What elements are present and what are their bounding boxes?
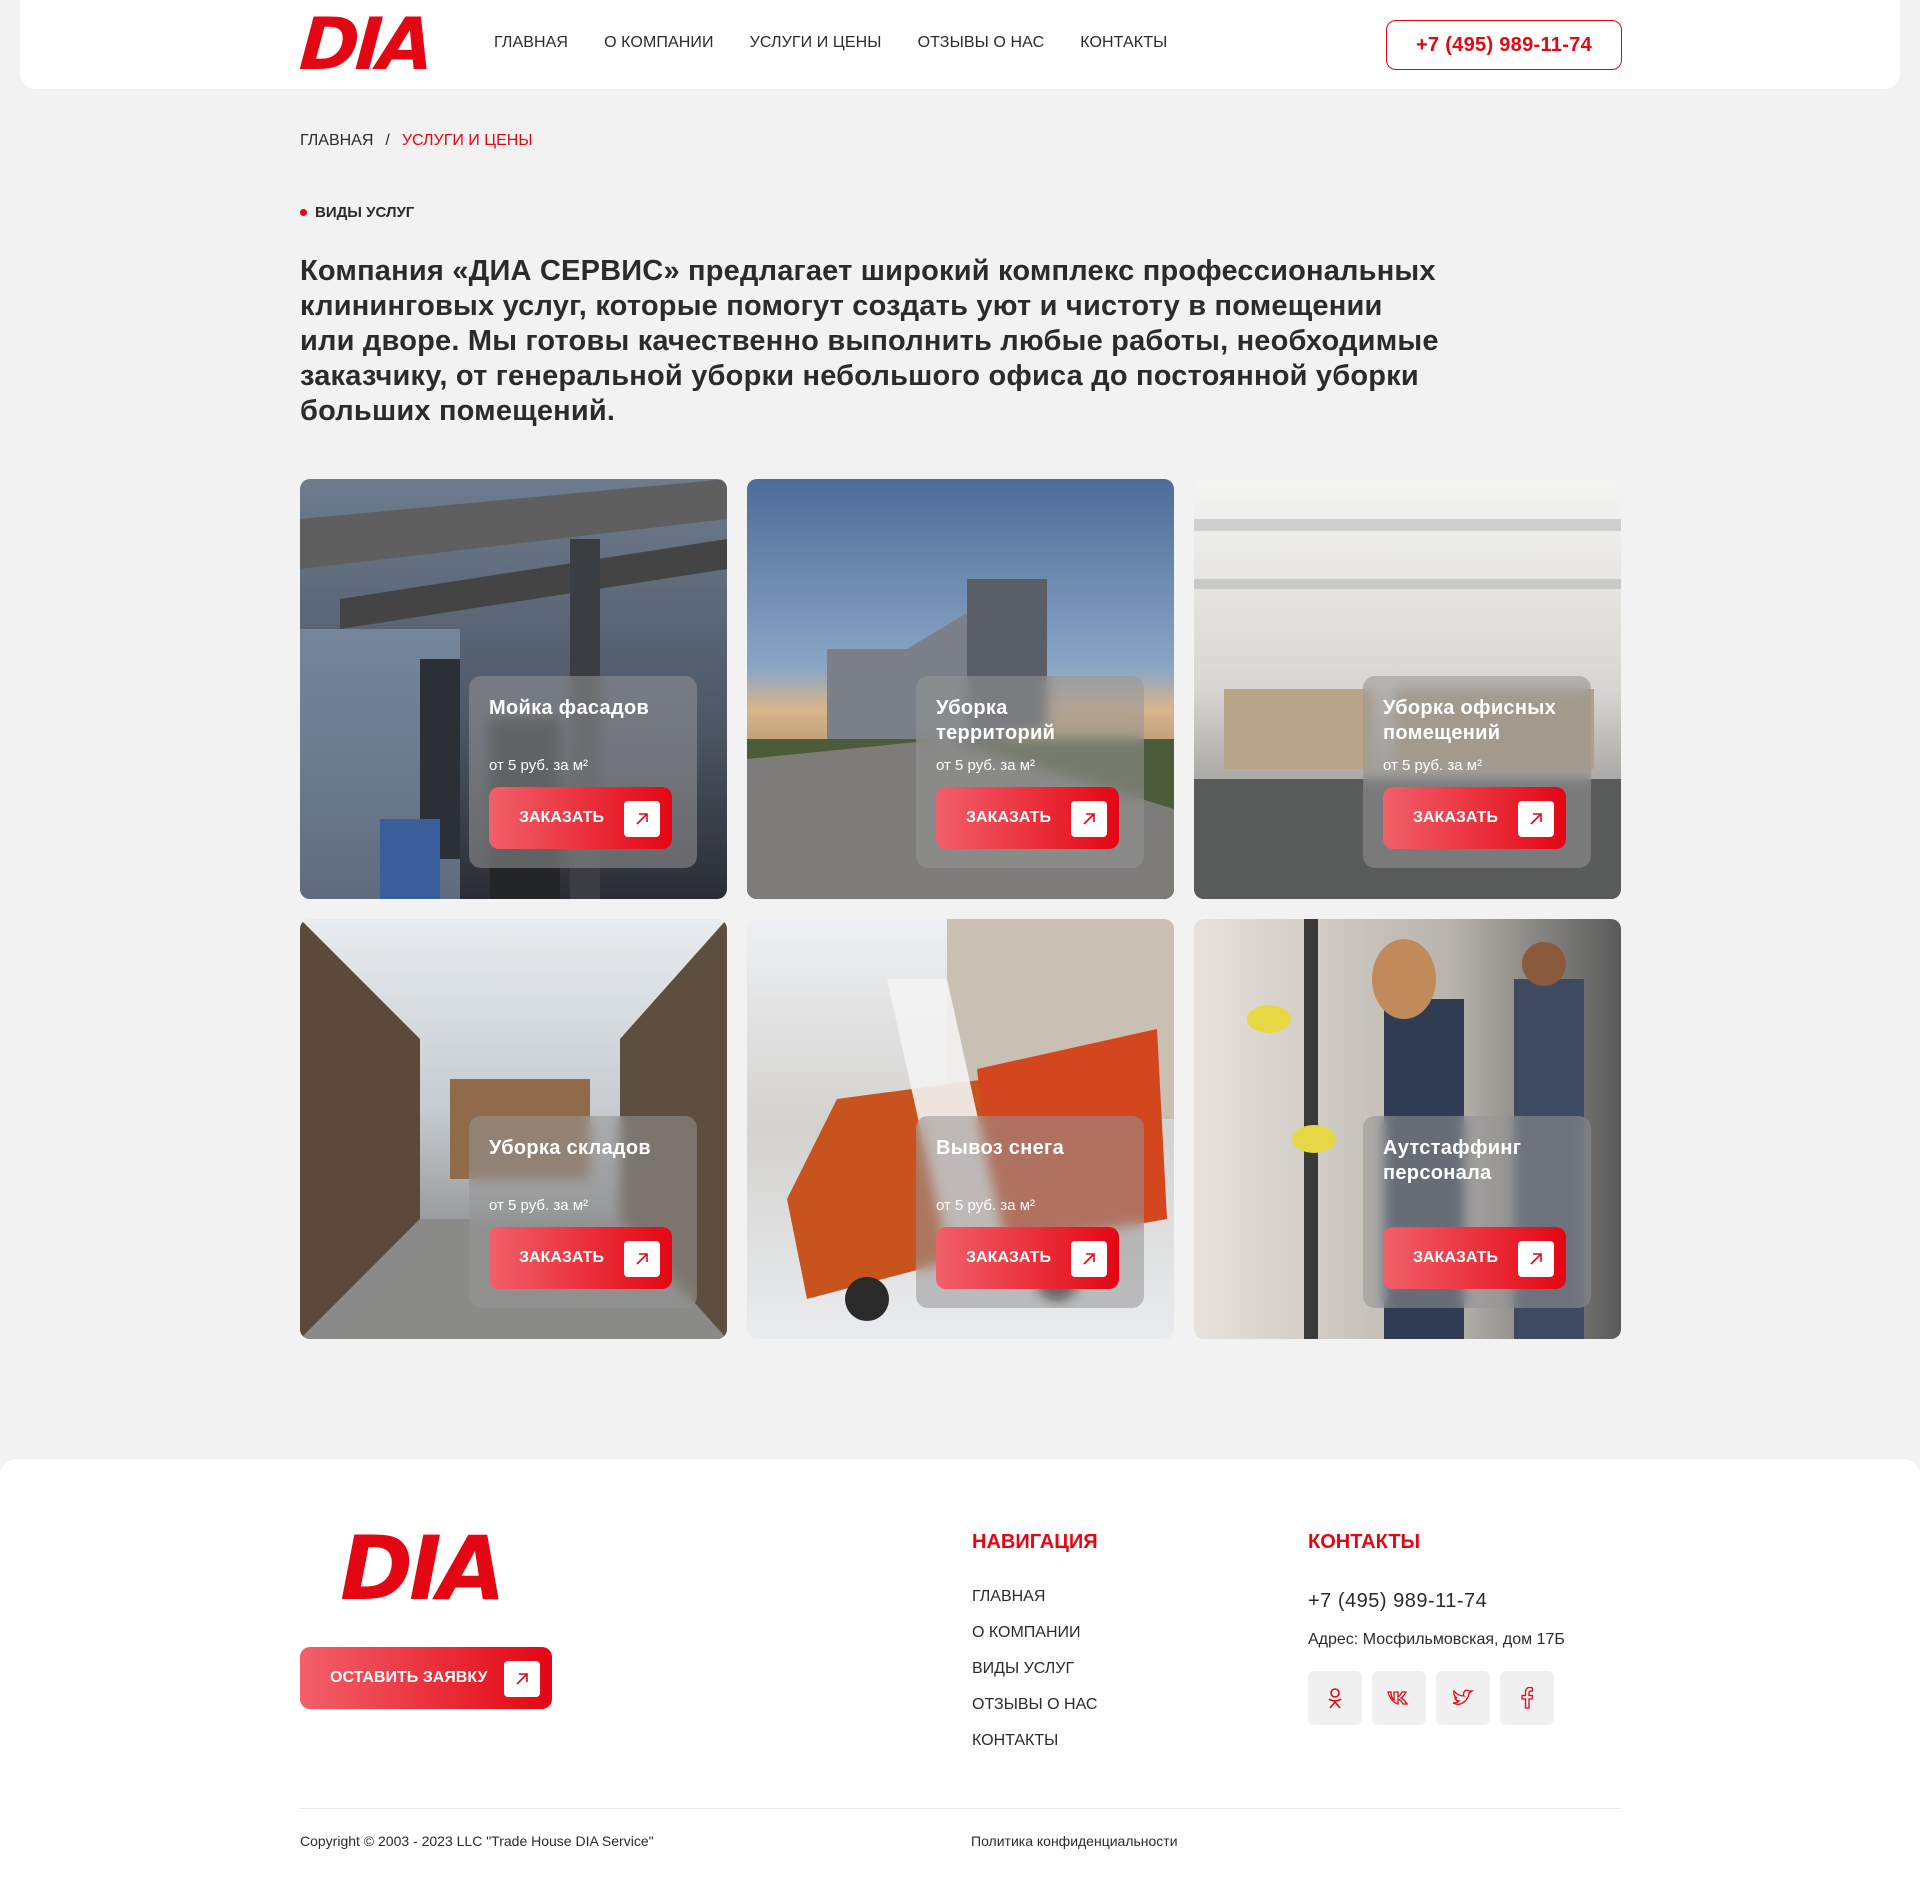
service-card[interactable]: Уборка территорий от 5 руб. за м² ЗАКАЗА… — [747, 479, 1174, 899]
privacy-policy-link[interactable]: Политика конфиденциальности — [971, 1833, 1178, 1849]
card-panel: Уборка складов от 5 руб. за м² ЗАКАЗАТЬ — [469, 1116, 697, 1308]
footer-divider — [300, 1808, 1620, 1809]
arrow-up-right-icon — [624, 1241, 660, 1277]
card-panel: Уборка офисных помещений от 5 руб. за м²… — [1363, 676, 1591, 868]
card-price: от 5 руб. за м² — [936, 757, 1036, 774]
arrow-up-right-icon — [1518, 801, 1554, 837]
footer-nav: ГЛАВНАЯ О КОМПАНИИ ВИДЫ УСЛУГ ОТЗЫВЫ О Н… — [972, 1588, 1097, 1750]
site-header: DIA ГЛАВНАЯ О КОМПАНИИ УСЛУГИ И ЦЕНЫ ОТЗ… — [20, 0, 1900, 89]
odnoklassniki-icon[interactable] — [1308, 1671, 1362, 1725]
card-panel: Уборка территорий от 5 руб. за м² ЗАКАЗА… — [916, 676, 1144, 868]
service-card[interactable]: Уборка офисных помещений от 5 руб. за м²… — [1194, 479, 1621, 899]
service-card[interactable]: Мойка фасадов от 5 руб. за м² ЗАКАЗАТЬ — [300, 479, 727, 899]
footer-phone[interactable]: +7 (495) 989-11-74 — [1308, 1590, 1487, 1613]
order-button[interactable]: ЗАКАЗАТЬ — [1383, 787, 1566, 849]
arrow-up-right-icon — [1071, 1241, 1107, 1277]
intro-text: Компания «ДИА СЕРВИС» предлагает широкий… — [300, 255, 1439, 427]
section-label: ВИДЫ УСЛУГ — [300, 204, 414, 221]
service-card[interactable]: Аутстаффинг персонала ЗАКАЗАТЬ — [1194, 919, 1621, 1339]
order-button-label: ЗАКАЗАТЬ — [1413, 1249, 1498, 1266]
footer-nav-item-reviews[interactable]: ОТЗЫВЫ О НАС — [972, 1696, 1097, 1714]
nav-item-contacts[interactable]: КОНТАКТЫ — [1080, 34, 1167, 52]
breadcrumb-home[interactable]: ГЛАВНАЯ — [300, 132, 373, 150]
card-title: Уборка складов — [489, 1137, 652, 1159]
card-panel: Аутстаффинг персонала ЗАКАЗАТЬ — [1363, 1116, 1591, 1308]
service-card[interactable]: Уборка складов от 5 руб. за м² ЗАКАЗАТЬ — [300, 919, 727, 1339]
arrow-up-right-icon — [1518, 1241, 1554, 1277]
facebook-icon[interactable] — [1500, 1671, 1554, 1725]
social-links — [1308, 1671, 1554, 1725]
nav-item-services[interactable]: УСЛУГИ И ЦЕНЫ — [750, 34, 882, 52]
breadcrumb-separator: / — [385, 132, 390, 149]
nav-item-reviews[interactable]: ОТЗЫВЫ О НАС — [918, 34, 1045, 52]
order-button-label: ЗАКАЗАТЬ — [519, 1249, 604, 1266]
footer-nav-item-about[interactable]: О КОМПАНИИ — [972, 1624, 1097, 1642]
arrow-up-right-icon — [624, 801, 660, 837]
order-button[interactable]: ЗАКАЗАТЬ — [489, 787, 672, 849]
card-price: от 5 руб. за м² — [489, 1197, 589, 1214]
main-nav: ГЛАВНАЯ О КОМПАНИИ УСЛУГИ И ЦЕНЫ ОТЗЫВЫ … — [494, 34, 1167, 52]
card-panel: Мойка фасадов от 5 руб. за м² ЗАКАЗАТЬ — [469, 676, 697, 868]
order-button-label: ЗАКАЗАТЬ — [966, 809, 1051, 826]
order-button[interactable]: ЗАКАЗАТЬ — [489, 1227, 672, 1289]
footer-nav-item-services[interactable]: ВИДЫ УСЛУГ — [972, 1660, 1097, 1678]
order-button[interactable]: ЗАКАЗАТЬ — [1383, 1227, 1566, 1289]
card-title: Уборка территорий — [936, 697, 1056, 744]
card-title: Мойка фасадов — [489, 697, 650, 719]
services-grid: Мойка фасадов от 5 руб. за м² ЗАКАЗАТЬ У… — [300, 479, 1621, 1339]
footer-nav-item-home[interactable]: ГЛАВНАЯ — [972, 1588, 1097, 1606]
order-button-label: ЗАКАЗАТЬ — [1413, 809, 1498, 826]
card-title: Аутстаффинг персонала — [1383, 1137, 1522, 1184]
nav-item-about[interactable]: О КОМПАНИИ — [604, 34, 714, 52]
card-price: от 5 руб. за м² — [489, 757, 589, 774]
nav-item-home[interactable]: ГЛАВНАЯ — [494, 34, 568, 52]
card-title: Вывоз снега — [936, 1137, 1065, 1159]
arrow-up-right-icon — [504, 1661, 540, 1697]
order-button-label: ЗАКАЗАТЬ — [519, 809, 604, 826]
footer-address: Адрес: Мосфильмовская, дом 17Б — [1308, 1631, 1565, 1648]
vk-icon[interactable] — [1372, 1671, 1426, 1725]
order-button-label: ЗАКАЗАТЬ — [966, 1249, 1051, 1266]
card-price: от 5 руб. за м² — [1383, 757, 1483, 774]
footer-contacts-heading: КОНТАКТЫ — [1308, 1531, 1421, 1553]
footer-nav-item-contacts[interactable]: КОНТАКТЫ — [972, 1732, 1097, 1750]
phone-button[interactable]: +7 (495) 989-11-74 — [1386, 20, 1622, 70]
breadcrumb-current: УСЛУГИ И ЦЕНЫ — [401, 132, 533, 149]
card-price: от 5 руб. за м² — [936, 1197, 1036, 1214]
footer-nav-heading: НАВИГАЦИЯ — [972, 1531, 1098, 1553]
breadcrumb: ГЛАВНАЯ / УСЛУГИ И ЦЕНЫ — [300, 132, 532, 150]
footer-logo[interactable]: DIA — [340, 1523, 506, 1615]
bullet-dot-icon — [300, 209, 307, 216]
service-card[interactable]: Вывоз снега от 5 руб. за м² ЗАКАЗАТЬ — [747, 919, 1174, 1339]
copyright-text: Copyright © 2003 - 2023 LLC "Trade House… — [300, 1833, 654, 1849]
leave-request-button[interactable]: ОСТАВИТЬ ЗАЯВКУ — [300, 1647, 552, 1709]
site-footer: DIA ОСТАВИТЬ ЗАЯВКУ НАВИГАЦИЯ ГЛАВНАЯ О … — [0, 1459, 1920, 1881]
order-button[interactable]: ЗАКАЗАТЬ — [936, 1227, 1119, 1289]
order-button[interactable]: ЗАКАЗАТЬ — [936, 787, 1119, 849]
leave-request-label: ОСТАВИТЬ ЗАЯВКУ — [330, 1669, 488, 1686]
section-label-text: ВИДЫ УСЛУГ — [315, 204, 415, 221]
arrow-up-right-icon — [1071, 801, 1107, 837]
card-title: Уборка офисных помещений — [1383, 697, 1557, 744]
card-panel: Вывоз снега от 5 руб. за м² ЗАКАЗАТЬ — [916, 1116, 1144, 1308]
twitter-icon[interactable] — [1436, 1671, 1490, 1725]
logo[interactable]: DIA — [297, 2, 433, 86]
